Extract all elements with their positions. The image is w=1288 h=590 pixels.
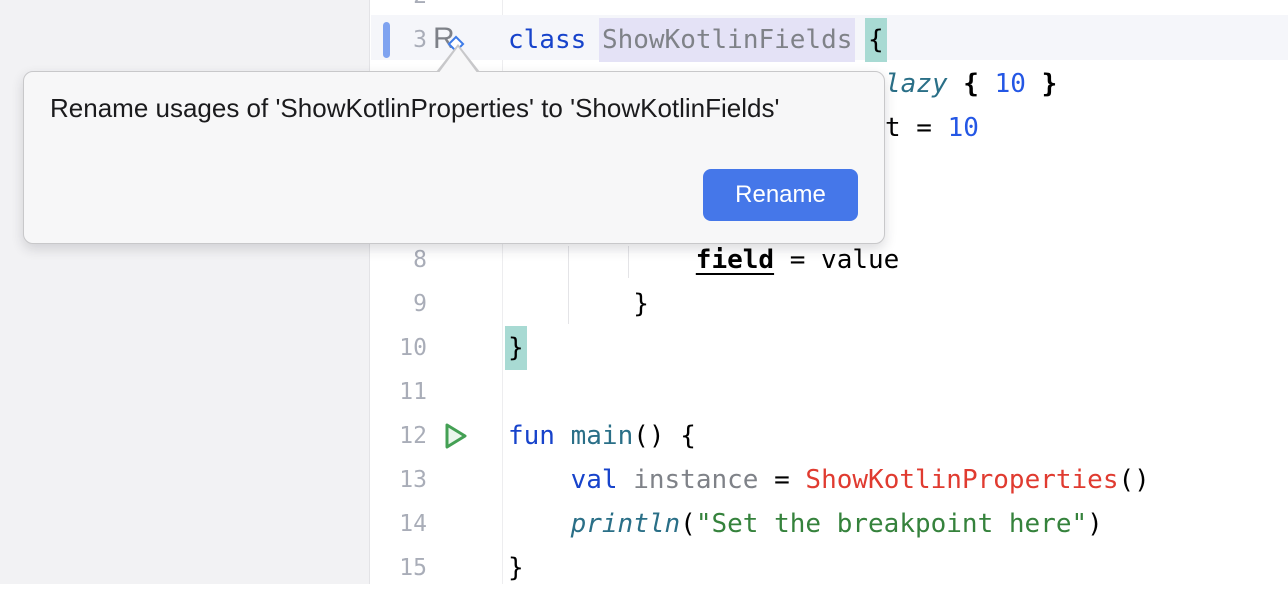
code-line: 8 field = value bbox=[0, 238, 1288, 282]
code-text[interactable]: } bbox=[508, 326, 524, 370]
rename-popup: Rename usages of 'ShowKotlinProperties' … bbox=[23, 71, 885, 244]
code-text[interactable]: lazy { 10 } bbox=[885, 62, 1057, 106]
code-text[interactable]: field = value bbox=[696, 238, 900, 282]
token bbox=[618, 465, 634, 495]
token: 10 bbox=[995, 69, 1026, 99]
token: field bbox=[696, 245, 774, 275]
token: = bbox=[758, 465, 805, 495]
code-text[interactable]: println("Set the breakpoint here") bbox=[571, 502, 1103, 546]
token: } bbox=[633, 289, 649, 319]
token: ) bbox=[1087, 509, 1103, 539]
token: println bbox=[571, 509, 681, 539]
code-text[interactable]: } bbox=[508, 546, 524, 590]
line-number[interactable]: 3 bbox=[371, 18, 427, 62]
token: ( bbox=[680, 509, 696, 539]
token bbox=[555, 421, 571, 451]
code-text[interactable]: t = 10 bbox=[885, 106, 979, 150]
line-number[interactable]: 13 bbox=[371, 458, 427, 502]
code-line: 13 val instance = ShowKotlinProperties() bbox=[0, 458, 1288, 502]
code-line: 12 fun main() { bbox=[0, 414, 1288, 458]
token: t = bbox=[885, 113, 948, 143]
token: ShowKotlinFields bbox=[599, 18, 855, 62]
code-line: 15} bbox=[0, 546, 1288, 590]
line-number[interactable]: 9 bbox=[371, 282, 427, 326]
code-line: 11 bbox=[0, 370, 1288, 414]
token: { bbox=[963, 69, 979, 99]
code-line: 9} bbox=[0, 282, 1288, 326]
token: { bbox=[865, 18, 887, 62]
token: class bbox=[508, 25, 586, 55]
code-text[interactable]: fun main() { bbox=[508, 414, 696, 458]
token: "Set the breakpoint here" bbox=[696, 509, 1087, 539]
token: } bbox=[505, 326, 527, 370]
token: fun bbox=[508, 421, 555, 451]
popup-arrow-fill bbox=[438, 47, 478, 74]
token bbox=[979, 69, 995, 99]
code-line: 14 println("Set the breakpoint here") bbox=[0, 502, 1288, 546]
line-number[interactable]: 14 bbox=[371, 502, 427, 546]
code-line: 10} bbox=[0, 326, 1288, 370]
code-line: 3Rclass ShowKotlinFields { bbox=[0, 18, 1288, 62]
token bbox=[948, 69, 964, 99]
rename-button[interactable]: Rename bbox=[703, 169, 858, 221]
token: lazy bbox=[885, 69, 948, 99]
token: 10 bbox=[948, 113, 979, 143]
token: ShowKotlinProperties bbox=[805, 465, 1118, 495]
token: () { bbox=[633, 421, 696, 451]
line-number[interactable]: 8 bbox=[371, 238, 427, 282]
token: main bbox=[571, 421, 634, 451]
rename-message: Rename usages of 'ShowKotlinProperties' … bbox=[50, 93, 779, 124]
line-number[interactable]: 15 bbox=[371, 546, 427, 590]
token: } bbox=[508, 553, 524, 583]
token: } bbox=[1042, 69, 1058, 99]
token: () bbox=[1119, 465, 1150, 495]
code-text[interactable]: val instance = ShowKotlinProperties() bbox=[571, 458, 1150, 502]
run-icon[interactable] bbox=[443, 421, 469, 451]
line-number[interactable]: 11 bbox=[371, 370, 427, 414]
token: val bbox=[571, 465, 618, 495]
line-number[interactable]: 10 bbox=[371, 326, 427, 370]
token: instance bbox=[633, 465, 758, 495]
code-text[interactable]: class ShowKotlinFields { bbox=[508, 18, 884, 62]
code-text[interactable]: } bbox=[633, 282, 649, 326]
line-number[interactable]: 12 bbox=[371, 414, 427, 458]
token bbox=[1026, 69, 1042, 99]
token: = value bbox=[774, 245, 899, 275]
